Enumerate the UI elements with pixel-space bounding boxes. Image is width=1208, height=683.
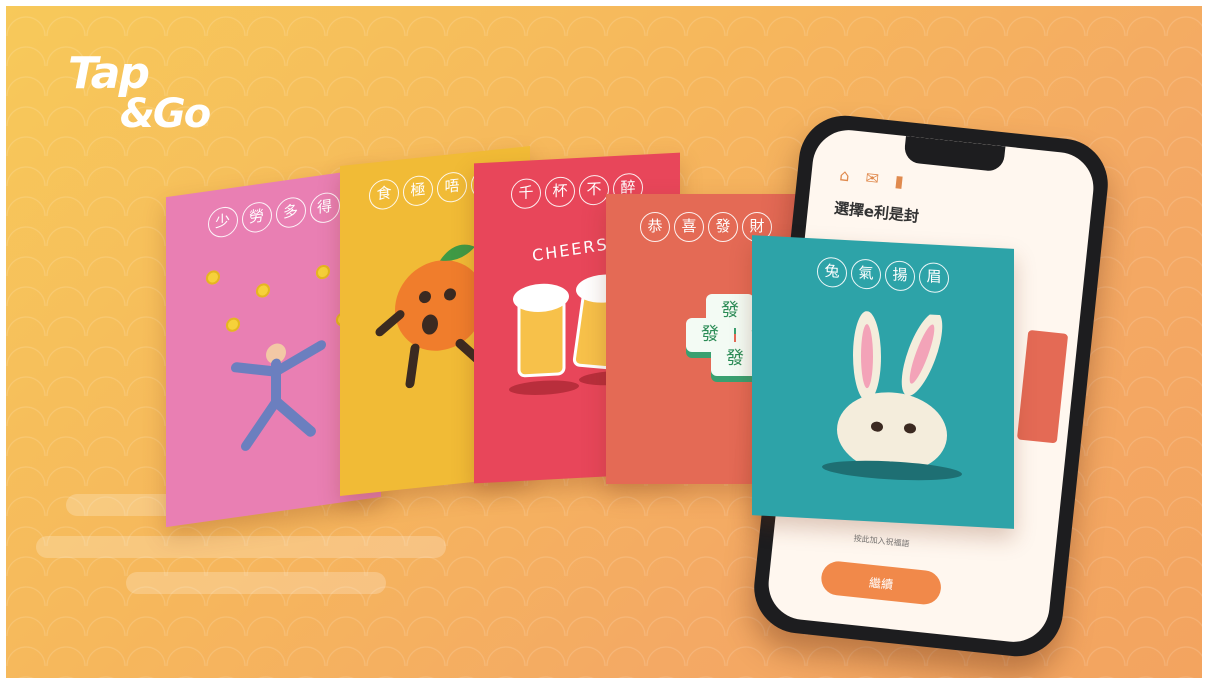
envelope-char: 極	[403, 174, 433, 208]
envelope-char: 食	[369, 177, 399, 211]
logo-text-line2: &Go	[120, 91, 211, 137]
envelope-char: 千	[511, 177, 541, 210]
coin-icon	[256, 282, 270, 299]
envelope-char: 喜	[674, 212, 704, 242]
red-packet-envelope-5[interactable]: 兔 氣 揚 眉	[752, 235, 1014, 529]
envelope-char: 發	[708, 212, 738, 242]
screen-title: 選擇e利是封	[833, 198, 920, 226]
envelope-char: 恭	[640, 212, 670, 242]
phone-notch	[903, 136, 1006, 173]
envelope-char: 氣	[851, 258, 881, 290]
envelope-icon[interactable]: ✉	[865, 168, 880, 188]
continue-button[interactable]: 繼續	[819, 559, 943, 607]
tapgo-logo: Tap &Go	[68, 52, 211, 137]
envelope-char: 多	[275, 195, 306, 230]
rabbit-illustration	[822, 311, 962, 481]
envelope-char: 杯	[545, 176, 575, 208]
coin-icon	[316, 264, 330, 281]
message-hint[interactable]: 按此加入祝福語	[853, 533, 910, 550]
hero-banner: Tap &Go 少 勞 多 得 食 極 唔 肥	[6, 6, 1202, 678]
red-packet-icon[interactable]: ▮	[894, 171, 905, 191]
envelope-char: 兔	[817, 256, 847, 289]
home-icon[interactable]: ⌂	[839, 165, 851, 185]
mist-stripe	[36, 536, 446, 558]
envelope-char: 不	[579, 174, 609, 206]
envelope-char: 眉	[919, 261, 949, 294]
envelope-char: 揚	[885, 260, 915, 292]
envelope-char: 少	[207, 205, 238, 240]
mist-stripe	[126, 572, 386, 594]
envelope-char: 唔	[437, 170, 467, 204]
cheers-caption: CHEERS	[531, 234, 610, 266]
jumping-person-illustration	[231, 340, 326, 451]
envelope-char: 勞	[241, 200, 272, 235]
coin-icon	[226, 316, 240, 333]
coin-icon	[206, 269, 220, 286]
mini-envelope-thumbnail[interactable]	[1016, 329, 1069, 444]
envelope-char: 得	[309, 190, 340, 225]
